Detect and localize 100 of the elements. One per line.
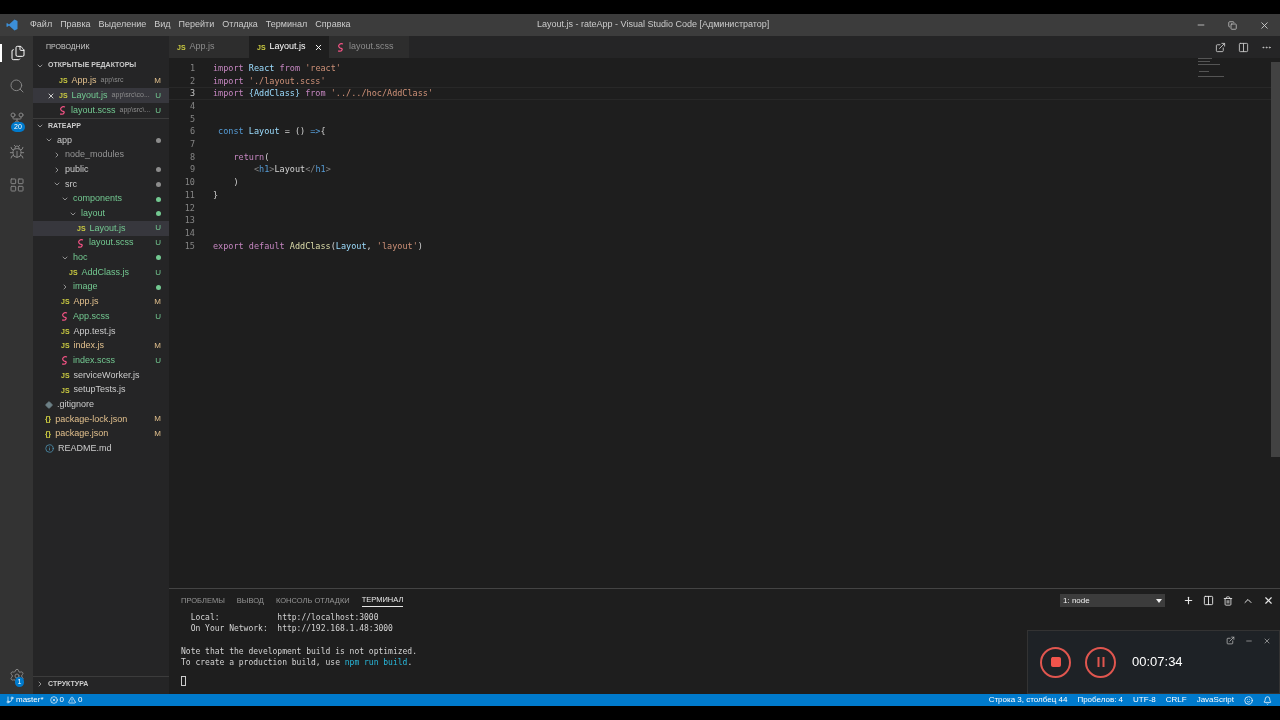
tree-item[interactable]: src — [33, 177, 169, 192]
tree-item[interactable]: README.md — [33, 441, 169, 457]
editor-tab[interactable]: layout.scss — [329, 36, 409, 58]
tree-item[interactable]: .gitignore — [33, 397, 169, 413]
status-item[interactable]: Пробелов: 4 — [1077, 694, 1124, 706]
close-icon[interactable] — [1259, 19, 1270, 31]
tree-item[interactable]: components — [33, 191, 169, 207]
scss-file-icon — [61, 356, 69, 366]
code-line: import './layout.scss' — [213, 74, 326, 88]
collapsed-caret-icon[interactable] — [53, 151, 61, 160]
git-status: U — [155, 354, 161, 367]
tab-label: layout.scss — [349, 40, 395, 54]
menu-item[interactable]: Терминал — [261, 18, 312, 32]
warning-icon — [68, 696, 76, 704]
file-name: Layout.js — [89, 221, 127, 235]
menu-item[interactable]: Справка — [311, 18, 355, 32]
bell-icon[interactable] — [1263, 695, 1272, 705]
stop-button[interactable] — [1040, 646, 1071, 678]
collapsed-caret-icon[interactable] — [61, 283, 69, 292]
menu-item[interactable]: Вид — [150, 18, 175, 32]
tree-item[interactable]: {} package.json M — [33, 426, 169, 442]
code-line: import {AddClass} from '../../hoc/AddClass' — [213, 87, 434, 101]
git-status: M — [154, 339, 161, 352]
file-name: src — [65, 177, 78, 191]
tree-item[interactable]: hoc — [33, 250, 169, 266]
git-status: M — [154, 428, 161, 441]
tree-item[interactable]: public — [33, 162, 169, 178]
line-number: 11 — [183, 188, 196, 202]
tree-item[interactable]: layout.scss U — [33, 235, 169, 251]
menu-item[interactable]: Отладка — [218, 18, 262, 32]
close-icon[interactable] — [47, 91, 55, 100]
file-name: app — [57, 133, 74, 147]
file-name: node_modules — [65, 148, 126, 162]
close-icon[interactable] — [314, 42, 323, 52]
line-number: 9 — [188, 163, 196, 177]
git-status: U — [155, 222, 161, 235]
terminal-select[interactable]: 1: node — [1060, 594, 1165, 607]
git-status: U — [155, 310, 161, 323]
tree-item[interactable]: app — [33, 133, 169, 148]
file-name: components — [73, 192, 124, 206]
collapsed-caret-icon[interactable] — [53, 165, 61, 174]
settings-icon[interactable] — [8, 668, 25, 684]
open-changes-icon[interactable] — [1215, 41, 1226, 53]
tree-item[interactable]: image — [33, 279, 169, 295]
code-line: import React from 'react' — [213, 61, 341, 75]
git-status: U — [155, 266, 161, 279]
stop-icon — [1049, 656, 1062, 668]
terminal-line: On Your Network: http://192.168.1.48:3000 — [189, 624, 393, 634]
restore-icon[interactable] — [1228, 20, 1237, 30]
collapsed-caret-icon[interactable] — [36, 680, 44, 688]
line-number: 14 — [183, 226, 196, 240]
line-number: 10 — [183, 176, 196, 189]
menu-item[interactable]: Файл — [26, 18, 57, 32]
tree-item[interactable]: node_modules — [33, 147, 169, 163]
code-line: const Layout = () =>{ — [217, 125, 326, 139]
close-icon[interactable] — [1263, 595, 1274, 606]
tree-item[interactable]: index.scss U — [33, 353, 169, 368]
tree-item[interactable]: {} package-lock.json M — [33, 412, 169, 427]
menu-item[interactable]: Выделение — [94, 18, 151, 32]
tab-label: Layout.js — [269, 40, 307, 54]
file-name: App.js — [71, 73, 97, 87]
menu-item[interactable]: Правка — [56, 18, 95, 32]
bug-icon — [8, 144, 25, 160]
pause-button[interactable] — [1085, 646, 1116, 678]
status-item[interactable]: UTF-8 — [1133, 694, 1156, 706]
expanded-caret-icon[interactable] — [36, 122, 44, 130]
popout-icon[interactable] — [1226, 636, 1235, 645]
file-name: App.test.js — [73, 324, 117, 338]
line-number: 3 — [188, 87, 196, 101]
scss-file-icon — [59, 106, 67, 115]
split-terminal-icon[interactable] — [1203, 595, 1214, 606]
file-name: public — [65, 162, 90, 176]
status-item[interactable]: Строка 3, столбец 44 — [988, 694, 1068, 706]
status-item[interactable]: JavaScript — [1196, 694, 1234, 706]
json-file-icon: {} — [45, 430, 52, 439]
tree-item[interactable]: layout — [33, 206, 169, 222]
tree-item[interactable]: App.scss U — [33, 309, 169, 324]
error-count[interactable]: 0 — [59, 694, 64, 706]
warning-count[interactable]: 0 — [78, 694, 83, 706]
split-editor-icon[interactable] — [1238, 41, 1249, 53]
scrollbar[interactable] — [1271, 62, 1280, 457]
branch-name[interactable]: master* — [16, 694, 44, 706]
git-status: M — [154, 74, 161, 87]
terminal-line: Note that the development build is not optimized. — [181, 646, 417, 656]
status-item[interactable]: CRLF — [1165, 694, 1187, 706]
code-line: } — [213, 188, 219, 202]
file-name: .gitignore — [57, 397, 96, 411]
error-icon — [49, 696, 58, 704]
git-status: M — [154, 413, 161, 426]
scss-file-icon — [77, 238, 85, 248]
plus-icon[interactable] — [1183, 595, 1194, 606]
json-file-icon: {} — [45, 415, 52, 424]
code-line: return( — [232, 150, 270, 164]
tab-label: App.js — [189, 40, 216, 54]
recording-timer: 00:07:34 — [1132, 653, 1183, 672]
file-name: layout.scss — [71, 103, 116, 117]
menu-item[interactable]: Перейти — [174, 18, 219, 32]
smiley-icon[interactable] — [1244, 695, 1253, 705]
search-icon — [8, 78, 25, 94]
trash-icon[interactable] — [1223, 595, 1233, 606]
